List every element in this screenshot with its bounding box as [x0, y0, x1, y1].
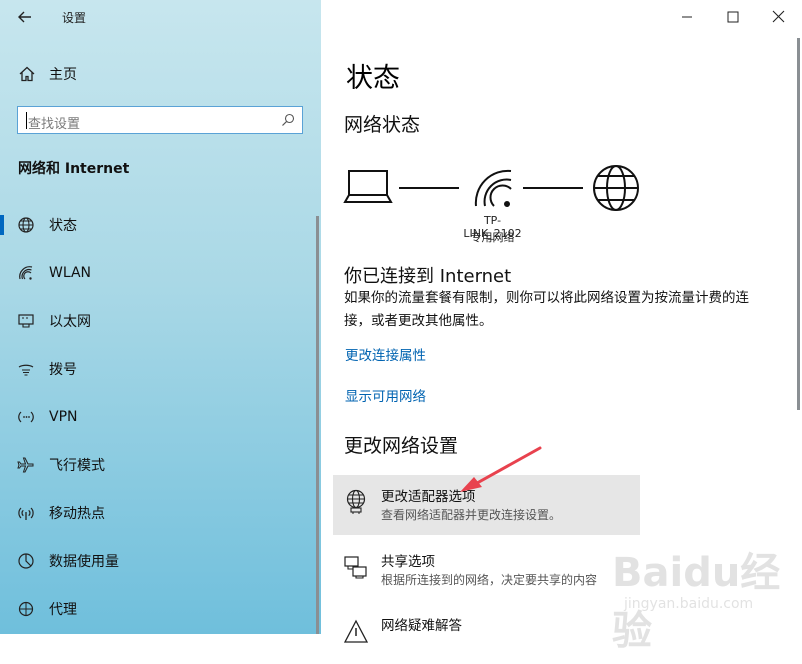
laptop-icon: [343, 170, 393, 203]
sidebar-item-label: 飞行模式: [49, 458, 105, 474]
sidebar-item-status[interactable]: 状态: [0, 205, 321, 245]
annotation-arrow: [460, 446, 542, 492]
section-title: 网络和 Internet: [18, 161, 130, 177]
home-label: 主页: [49, 67, 77, 83]
dialup-icon: [18, 364, 34, 376]
main-scrollbar[interactable]: [797, 38, 800, 410]
option-troubleshoot[interactable]: 网络疑难解答: [333, 604, 640, 664]
minimize-button[interactable]: [664, 0, 710, 34]
sidebar-item-label: 状态: [49, 218, 77, 234]
sharing-icon: [344, 556, 367, 579]
sidebar-item-label: VPN: [49, 409, 78, 425]
close-icon: [772, 10, 785, 23]
sidebar-scrollbar[interactable]: [316, 216, 319, 634]
hotspot-icon: [18, 507, 34, 520]
maximize-icon: [727, 11, 739, 23]
adapter-globe-icon: [346, 489, 366, 514]
option-subtitle: 根据所连接到的网络，决定要共享的内容: [381, 573, 598, 587]
sidebar: 设置 主页 查找设置 网络和 Internet 状态 WLAN 以太网 拨号 V…: [0, 0, 321, 634]
option-title: 共享选项: [381, 554, 435, 570]
search-placeholder: 查找设置: [28, 117, 81, 132]
close-button[interactable]: [756, 0, 802, 34]
sidebar-item-label: 拨号: [49, 362, 77, 378]
sidebar-item-label: 移动热点: [49, 506, 105, 522]
sidebar-item-airplane[interactable]: 飞行模式: [0, 445, 321, 485]
option-sharing[interactable]: 共享选项 根据所连接到的网络，决定要共享的内容: [333, 540, 640, 600]
sidebar-item-proxy[interactable]: 代理: [0, 589, 321, 629]
data-usage-icon: [18, 553, 34, 569]
connection-description: 如果你的流量套餐有限制，则你可以将此网络设置为按流量计费的连接，或者更改其他属性…: [344, 290, 749, 329]
app-title: 设置: [62, 11, 87, 25]
ethernet-icon: [18, 314, 34, 328]
option-title: 网络疑难解答: [381, 618, 462, 634]
sidebar-item-dialup[interactable]: 拨号: [0, 349, 321, 389]
show-networks-link[interactable]: 显示可用网络: [345, 385, 426, 405]
sidebar-item-label: 以太网: [49, 314, 91, 330]
text-caret: [26, 112, 27, 129]
sidebar-item-label: 数据使用量: [49, 554, 119, 570]
connection-status: 你已连接到 Internet: [344, 266, 512, 287]
baidu-watermark: Baidu经验 jingyan.baidu.com: [612, 540, 798, 654]
sidebar-item-wlan[interactable]: WLAN: [0, 253, 321, 293]
wifi-icon: [19, 266, 33, 280]
change-properties-link[interactable]: 更改连接属性: [345, 344, 426, 364]
proxy-icon: [18, 601, 34, 617]
titlebar-left: 设置: [0, 0, 321, 34]
network-status-heading: 网络状态: [344, 114, 421, 136]
selection-indicator: [0, 215, 4, 235]
wifi-signal-icon: [474, 169, 512, 207]
watermark-url: jingyan.baidu.com: [624, 596, 754, 612]
sidebar-item-data-usage[interactable]: 数据使用量: [0, 541, 321, 581]
search-input[interactable]: 查找设置: [17, 106, 303, 134]
warning-icon: [343, 619, 369, 643]
maximize-button[interactable]: [710, 0, 756, 34]
sidebar-item-hotspot[interactable]: 移动热点: [0, 493, 321, 533]
page-title: 状态: [346, 63, 400, 94]
search-icon[interactable]: [281, 113, 295, 127]
globe-icon: [18, 217, 34, 233]
main-content: 状态 网络状态 TP-LINK_2102 专用网络 你已连接到 Internet…: [321, 0, 802, 643]
sidebar-item-vpn[interactable]: VPN: [0, 397, 321, 437]
option-subtitle: 查看网络适配器并更改连接设置。: [381, 508, 562, 522]
home-icon: [19, 66, 35, 82]
sidebar-item-label: 代理: [49, 602, 77, 618]
sidebar-item-label: WLAN: [49, 265, 92, 281]
network-type: 专用网络: [470, 231, 515, 244]
internet-globe-icon: [593, 165, 639, 211]
back-arrow-icon[interactable]: [15, 7, 35, 27]
home-link[interactable]: 主页: [18, 63, 77, 85]
minimize-icon: [682, 16, 692, 18]
vpn-icon: [18, 411, 34, 423]
sidebar-item-ethernet[interactable]: 以太网: [0, 301, 321, 341]
airplane-icon: [17, 457, 34, 473]
